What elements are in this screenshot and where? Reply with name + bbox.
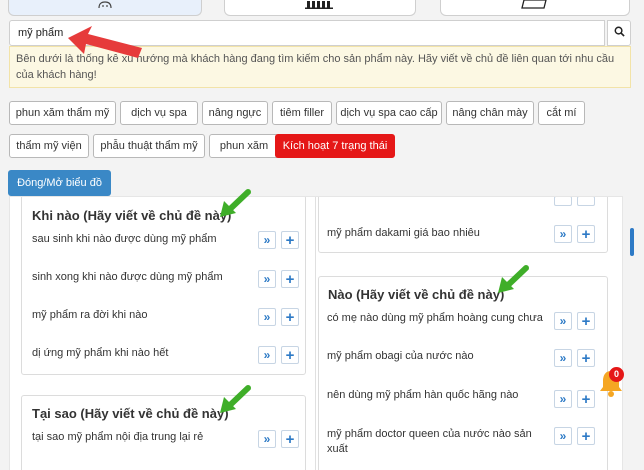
list-item: sau sinh khi nào được dùng mỹ phẩm » + <box>22 230 305 254</box>
add-button[interactable]: + <box>281 270 299 288</box>
card-nao: Nào (Hãy viết về chủ đề này) có mẹ nào d… <box>318 276 608 470</box>
keyword-text: sau sinh khi nào được dùng mỹ phẩm <box>32 233 217 245</box>
activate-states-button[interactable]: Kích hoạt 7 trạng thái <box>275 134 395 158</box>
search-button[interactable] <box>607 20 631 46</box>
add-button[interactable]: + <box>577 349 595 367</box>
chip-keyword[interactable]: phun xăm <box>209 134 279 158</box>
add-button[interactable]: + <box>281 430 299 448</box>
chip-keyword[interactable]: tiêm filler <box>272 101 332 125</box>
add-button[interactable]: + <box>281 346 299 364</box>
card-gia-bao-nhieu: mỹ phẩm dakami giá bao nhiêu » + <box>318 197 608 253</box>
chip-keyword[interactable]: nâng chân mày <box>446 101 534 125</box>
green-annotation-arrow-icon <box>218 385 252 420</box>
tab-trends[interactable] <box>8 0 202 16</box>
chip-keyword[interactable]: phun xăm thẩm mỹ <box>9 101 116 125</box>
list-item: tại sao mỹ phẩm nội địa trung lại rẻ » + <box>22 430 305 454</box>
keyword-text: dị ứng mỹ phẩm khi nào hết <box>32 347 169 359</box>
chip-keyword[interactable]: nâng ngực <box>202 101 268 125</box>
chip-keyword[interactable]: cắt mí <box>538 101 585 125</box>
keyword-text: mỹ phẩm obagi của nước nào <box>327 350 474 362</box>
details-button[interactable]: » <box>554 349 572 367</box>
details-button[interactable]: » <box>554 390 572 408</box>
details-button[interactable]: » <box>554 312 572 330</box>
list-item: nên dùng mỹ phẩm hàn quốc hãng nào » + <box>319 388 607 412</box>
details-button[interactable] <box>554 197 572 206</box>
details-button[interactable]: » <box>258 346 276 364</box>
keyword-text: sinh xong khi nào được dùng mỹ phẩm <box>32 271 223 283</box>
list-item: dị ứng mỹ phẩm khi nào hết » + <box>22 346 305 370</box>
keyword-text: mỹ phẩm doctor queen của nước nào sản xu… <box>327 428 532 455</box>
red-annotation-arrow-icon <box>66 26 146 65</box>
chip-keyword[interactable]: phẫu thuật thẩm mỹ <box>93 134 205 158</box>
add-button[interactable] <box>577 197 595 206</box>
tab-document[interactable] <box>440 0 630 16</box>
keyword-text: mỹ phẩm dakami giá bao nhiêu <box>327 227 480 239</box>
list-item: có mẹ nào dùng mỹ phẩm hoàng cung chưa »… <box>319 311 607 335</box>
details-button[interactable]: » <box>554 225 572 243</box>
keyword-text: có mẹ nào dùng mỹ phẩm hoàng cung chưa <box>327 312 543 324</box>
bar-chart-icon <box>305 0 335 12</box>
keyword-text: tại sao mỹ phẩm nội địa trung lại rẻ <box>32 431 204 443</box>
scrollbar-thumb[interactable] <box>630 228 634 256</box>
details-button[interactable]: » <box>258 270 276 288</box>
toggle-chart-button[interactable]: Đóng/Mở biểu đồ <box>8 170 111 196</box>
question-cards-area: Khi nào (Hãy viết về chủ đề này) sau sin… <box>9 196 623 470</box>
add-button[interactable]: + <box>577 225 595 243</box>
add-button[interactable]: + <box>281 231 299 249</box>
card-title: Tại sao (Hãy viết về chủ đề này) <box>32 406 229 421</box>
list-item: mỹ phẩm doctor queen của nước nào sản xu… <box>319 427 607 461</box>
chip-keyword[interactable]: dịch vụ spa cao cấp <box>336 101 442 125</box>
add-button[interactable]: + <box>577 427 595 445</box>
details-button[interactable]: » <box>554 427 572 445</box>
list-item: sinh xong khi nào được dùng mỹ phẩm » + <box>22 270 305 294</box>
notification-count-badge: 0 <box>609 367 624 382</box>
face-icon <box>98 0 112 12</box>
card-title: Nào (Hãy viết về chủ đề này) <box>328 287 505 302</box>
green-annotation-arrow-icon <box>496 265 530 300</box>
tab-chart[interactable] <box>224 0 416 16</box>
search-icon <box>614 24 625 42</box>
details-button[interactable]: » <box>258 430 276 448</box>
details-button[interactable]: » <box>258 308 276 326</box>
card-tai-sao: Tại sao (Hãy viết về chủ đề này) tại sao… <box>21 395 306 470</box>
card-title: Khi nào (Hãy viết về chủ đề này) <box>32 208 232 223</box>
details-button[interactable]: » <box>258 231 276 249</box>
list-item: mỹ phẩm ra đời khi nào » + <box>22 308 305 332</box>
green-annotation-arrow-icon <box>218 189 252 224</box>
chip-keyword[interactable]: thẩm mỹ viện <box>9 134 89 158</box>
keyword-text: nên dùng mỹ phẩm hàn quốc hãng nào <box>327 389 519 401</box>
add-button[interactable]: + <box>577 312 595 330</box>
document-icon <box>520 0 550 12</box>
keyword-text: mỹ phẩm ra đời khi nào <box>32 309 148 321</box>
chip-keyword[interactable]: dịch vụ spa <box>120 101 198 125</box>
column-divider <box>315 197 316 470</box>
add-button[interactable]: + <box>281 308 299 326</box>
list-item: mỹ phẩm obagi của nước nào » + <box>319 349 607 373</box>
list-item: mỹ phẩm dakami giá bao nhiêu » + <box>319 224 607 248</box>
card-khi-nao: Khi nào (Hãy viết về chủ đề này) sau sin… <box>21 197 306 375</box>
add-button[interactable]: + <box>577 390 595 408</box>
